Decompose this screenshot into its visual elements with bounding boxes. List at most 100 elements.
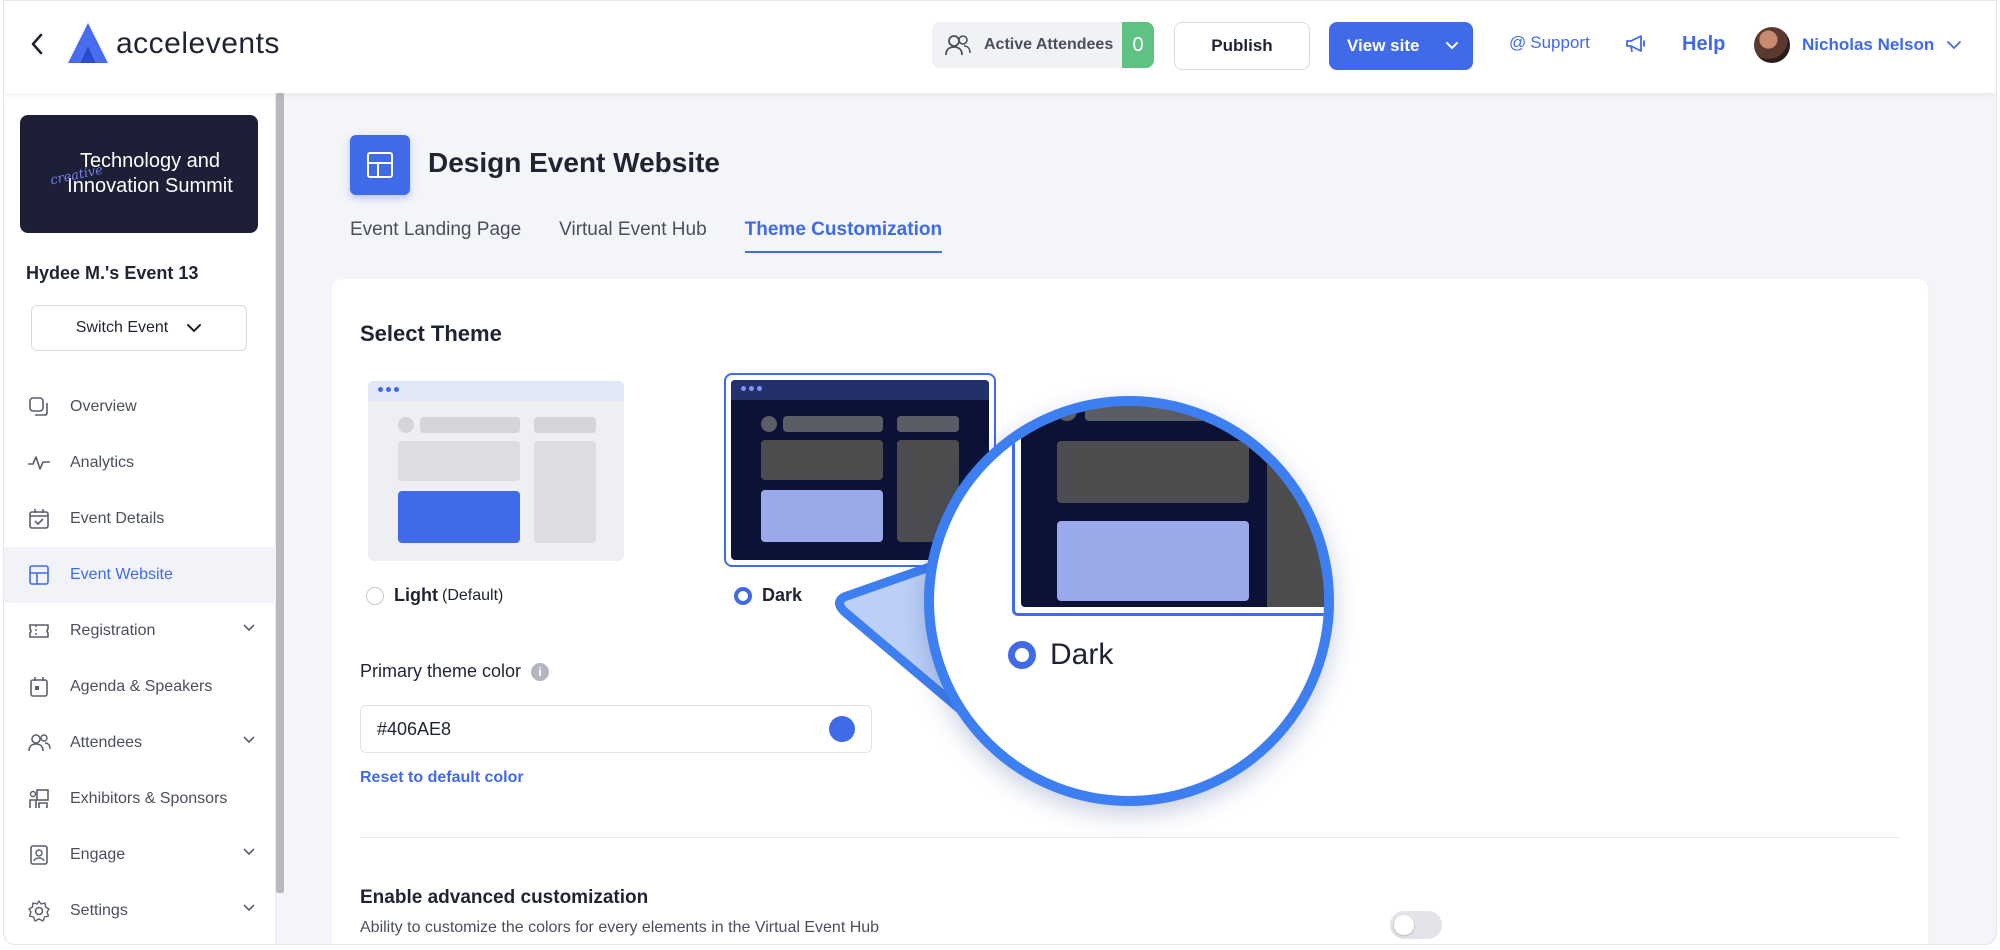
- light-theme-radio[interactable]: [366, 586, 384, 605]
- sidebar-item-attendees[interactable]: Attendees: [4, 715, 276, 771]
- analytics-icon: [26, 450, 52, 476]
- divider: [360, 837, 1900, 838]
- sidebar-scrollbar[interactable]: [276, 93, 284, 893]
- tab-event-landing-page[interactable]: Event Landing Page: [350, 219, 521, 253]
- light-theme-option[interactable]: Light (Default): [366, 585, 503, 606]
- sidebar-item-label: Analytics: [70, 454, 135, 471]
- sidebar-item-label: Event Website: [70, 566, 173, 583]
- magnified-radio: [1008, 641, 1036, 669]
- overview-icon: [26, 394, 52, 420]
- preview-avatar: [761, 416, 777, 432]
- sidebar-item-label: Settings: [70, 902, 128, 919]
- page-title: Design Event Website: [428, 147, 721, 178]
- reset-color-link[interactable]: Reset to default color: [360, 769, 524, 787]
- megaphone-icon: [1626, 35, 1645, 53]
- sidebar-item-overview[interactable]: Overview: [4, 379, 276, 435]
- chevron-down-icon: [1446, 42, 1459, 50]
- preview-header: [368, 381, 624, 401]
- sidebar-item-label: Registration: [70, 622, 156, 639]
- preview-block: [1267, 441, 1324, 607]
- sidebar-nav: Overview Analytics Event Details Event W…: [4, 379, 276, 939]
- select-theme-title: Select Theme: [360, 321, 502, 346]
- sidebar-item-event-website[interactable]: Event Website: [4, 547, 276, 603]
- chevron-down-icon: [243, 848, 255, 856]
- magnified-dark-preview: Dark: [934, 406, 1324, 796]
- support-label: Support: [1530, 33, 1590, 52]
- magnified-canvas: [1021, 406, 1324, 607]
- preview-block: [534, 417, 596, 433]
- calendar-check-icon: [26, 506, 52, 532]
- chevron-left-icon: [31, 33, 43, 55]
- sidebar-item-label: Attendees: [70, 734, 143, 751]
- view-site-button[interactable]: View site: [1329, 22, 1473, 70]
- sidebar-item-label: Event Details: [70, 510, 165, 527]
- chevron-down-icon: [187, 324, 202, 333]
- booth-icon: [26, 786, 52, 812]
- primary-color-input[interactable]: #406AE8: [360, 705, 872, 753]
- magnified-dark-option: Dark: [1008, 638, 1113, 672]
- chevron-down-icon: [243, 624, 255, 632]
- layout-icon: [350, 135, 410, 195]
- sidebar-item-event-details[interactable]: Event Details: [4, 491, 276, 547]
- primary-theme-color-label: Primary theme color i: [360, 661, 550, 682]
- ticket-icon: [26, 618, 52, 644]
- dark-theme-label: Dark: [762, 585, 803, 605]
- chevron-down-icon: [243, 736, 255, 744]
- sidebar: creative Technology and Innovation Summi…: [4, 93, 276, 944]
- publish-button[interactable]: Publish: [1174, 22, 1310, 70]
- advanced-customization-description: Ability to customize the colors for ever…: [360, 919, 880, 936]
- sidebar-item-engage[interactable]: Engage: [4, 827, 276, 883]
- preview-block: [420, 417, 520, 433]
- active-attendees-count: 0: [1122, 22, 1154, 68]
- top-bar: accelevents Active Attendees 0 Publish V…: [4, 1, 1996, 93]
- logo-text: accelevents: [116, 27, 280, 60]
- user-menu[interactable]: Nicholas Nelson: [1754, 27, 1962, 63]
- back-button[interactable]: [22, 29, 52, 59]
- preview-primary-block: [1057, 521, 1249, 601]
- preview-block: [534, 441, 596, 543]
- logo[interactable]: accelevents: [66, 21, 280, 67]
- sidebar-item-label: Engage: [70, 846, 126, 863]
- announcements-button[interactable]: [1624, 31, 1648, 60]
- switch-event-label: Switch Event: [75, 319, 169, 336]
- light-theme-suffix: (Default): [441, 586, 504, 604]
- sidebar-item-registration[interactable]: Registration: [4, 603, 276, 659]
- event-banner[interactable]: creative Technology and Innovation Summi…: [20, 115, 258, 233]
- view-site-label: View site: [1347, 36, 1420, 55]
- preview-primary-block: [398, 491, 520, 543]
- user-name: Nicholas Nelson: [1802, 35, 1935, 54]
- chevron-down-icon: [1947, 41, 1962, 50]
- help-link[interactable]: Help: [1682, 33, 1725, 56]
- sidebar-item-agenda-speakers[interactable]: Agenda & Speakers: [4, 659, 276, 715]
- support-link[interactable]: @ Support: [1509, 33, 1590, 53]
- advanced-customization-toggle[interactable]: [1390, 911, 1442, 939]
- active-attendees-label: Active Attendees: [984, 36, 1114, 53]
- layout-icon: [26, 562, 52, 588]
- preview-block: [398, 441, 520, 481]
- tab-theme-customization[interactable]: Theme Customization: [744, 219, 943, 253]
- info-icon[interactable]: i: [531, 662, 550, 681]
- active-attendees-indicator[interactable]: Active Attendees 0: [932, 22, 1154, 68]
- gear-icon: [26, 898, 52, 924]
- dark-theme-option[interactable]: Dark: [734, 585, 802, 606]
- at-icon: @: [1509, 33, 1527, 52]
- switch-event-button[interactable]: Switch Event: [31, 305, 247, 351]
- sidebar-item-label: Agenda & Speakers: [70, 678, 213, 695]
- app-window: accelevents Active Attendees 0 Publish V…: [3, 0, 1997, 945]
- preview-block: [761, 440, 883, 480]
- light-theme-preview[interactable]: [368, 381, 624, 561]
- preview-block: [1057, 441, 1249, 503]
- calendar-icon: [26, 674, 52, 700]
- chevron-down-icon: [243, 904, 255, 912]
- magnifier-callout: Dark: [924, 396, 1334, 806]
- sidebar-item-analytics[interactable]: Analytics: [4, 435, 276, 491]
- tab-virtual-event-hub[interactable]: Virtual Event Hub: [559, 219, 707, 253]
- sidebar-item-label: Overview: [70, 398, 137, 415]
- people-icon: [945, 35, 971, 56]
- accelevents-logo-icon: [68, 23, 108, 63]
- app-root: accelevents Active Attendees 0 Publish V…: [0, 0, 2000, 950]
- sidebar-item-settings[interactable]: Settings: [4, 883, 276, 939]
- advanced-customization-title: Enable advanced customization: [360, 887, 649, 908]
- sidebar-item-exhibitors-sponsors[interactable]: Exhibitors & Sponsors: [4, 771, 276, 827]
- dark-theme-radio[interactable]: [734, 586, 752, 605]
